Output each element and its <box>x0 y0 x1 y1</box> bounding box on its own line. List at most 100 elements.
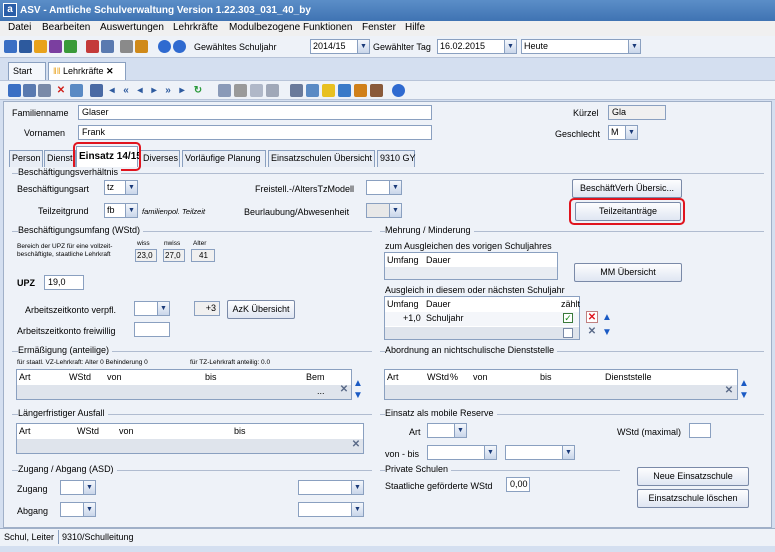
tab-diverses[interactable]: Diverses <box>140 150 180 167</box>
menu-hilfe[interactable]: Hilfe <box>405 22 425 33</box>
help-icon[interactable] <box>173 40 186 53</box>
zugang-date-select[interactable]: ▼ <box>298 480 364 495</box>
classes-icon[interactable] <box>64 40 77 53</box>
menu-bearbeiten[interactable]: Bearbeiten <box>42 22 90 33</box>
menu-modulbezogene[interactable]: Modulbezogene Funktionen <box>229 22 352 33</box>
schuljahr-select[interactable]: 2014/15 ▼ <box>310 39 370 54</box>
menu-lehrkraefte[interactable]: Lehrkräfte <box>173 22 218 33</box>
menu-datei[interactable]: Datei <box>8 22 31 33</box>
chevron-down-icon[interactable]: ▼ <box>83 503 95 516</box>
tab-9310-gy[interactable]: 9310 GY <box>377 150 416 167</box>
chevron-down-icon[interactable]: ▼ <box>83 481 95 494</box>
heute-select[interactable]: Heute ▼ <box>521 39 641 54</box>
bulb-icon[interactable] <box>322 84 335 97</box>
zugang-select[interactable]: ▼ <box>60 480 96 495</box>
tab-start[interactable]: Start ✕ <box>8 62 46 92</box>
einsatzschule-loeschen-button[interactable]: Einsatzschule löschen <box>637 489 749 508</box>
chevron-down-icon[interactable]: ▼ <box>351 503 363 516</box>
move-up-icon[interactable]: ▲ <box>352 378 364 390</box>
chevron-down-icon[interactable]: ▼ <box>454 424 466 437</box>
menu-fenster[interactable]: Fenster <box>362 22 396 33</box>
tag-input[interactable]: 16.02.2015 ▼ <box>437 39 517 54</box>
delete-row-icon[interactable]: ✕ <box>338 384 350 396</box>
abgang-date-select[interactable]: ▼ <box>298 502 364 517</box>
table-row[interactable]: +1,0 Schuljahr ✓ <box>385 312 579 326</box>
previous-record-icon[interactable]: ◂ <box>134 85 146 97</box>
new-record-icon[interactable] <box>8 84 21 97</box>
next-record-icon[interactable]: ▸ <box>148 85 160 97</box>
tab-vorlaeufige-planung[interactable]: Vorläufige Planung <box>182 150 266 167</box>
chevron-down-icon[interactable]: ▼ <box>628 40 640 53</box>
copy-icon[interactable] <box>120 40 133 53</box>
person-card-icon[interactable] <box>370 84 383 97</box>
zaehlt-checkbox[interactable]: ✓ <box>563 313 573 323</box>
preview-icon[interactable] <box>306 84 319 97</box>
freistell-select[interactable]: ▼ <box>366 180 402 195</box>
delete-icon[interactable]: ✕ <box>55 85 67 97</box>
last-record-icon[interactable]: ▸ <box>176 85 188 97</box>
back-arrow-icon[interactable] <box>218 84 231 97</box>
azk-select[interactable]: ▼ <box>134 301 170 316</box>
geschlecht-select[interactable]: M ▼ <box>608 125 638 140</box>
paste-icon[interactable] <box>266 84 279 97</box>
move-down-icon[interactable]: ▼ <box>601 327 613 339</box>
kuerzel-field[interactable]: Gla <box>608 105 666 120</box>
close-icon[interactable]: ✕ <box>106 66 114 76</box>
table-row[interactable]: ... <box>17 385 351 399</box>
reserve-art-select[interactable]: ▼ <box>427 423 467 438</box>
filter-icon[interactable] <box>90 84 103 97</box>
mm-uebersicht-button[interactable]: MM Übersicht <box>574 263 682 282</box>
fast-back-icon[interactable]: « <box>120 85 132 97</box>
tab-person[interactable]: Person <box>9 150 43 167</box>
chevron-down-icon[interactable]: ▼ <box>389 181 401 194</box>
chevron-down-icon[interactable]: ▼ <box>625 126 637 139</box>
upz-field[interactable]: 19,0 <box>44 275 84 290</box>
reserve-bis-select[interactable]: ▼ <box>505 445 575 460</box>
save-layout-icon[interactable] <box>101 40 114 53</box>
globe-icon[interactable] <box>338 84 351 97</box>
print-icon[interactable] <box>290 84 303 97</box>
students-icon[interactable] <box>49 40 62 53</box>
delete-row-icon[interactable]: ✕ <box>723 385 735 397</box>
folder-icon[interactable] <box>135 40 148 53</box>
delete-row-icon[interactable]: ✕ <box>350 439 362 451</box>
menu-auswertungen[interactable]: Auswertungen <box>100 22 164 33</box>
chevron-down-icon[interactable]: ▼ <box>157 302 169 315</box>
neue-einsatzschule-button[interactable]: Neue Einsatzschule <box>637 467 749 486</box>
teilzeitgrund-select[interactable]: fb ▼ <box>104 203 138 218</box>
beurlaubung-select[interactable]: ▼ <box>366 203 402 218</box>
table-row[interactable] <box>385 385 737 399</box>
beschaeftigungsart-select[interactable]: tz ▼ <box>104 180 138 195</box>
chevron-down-icon[interactable]: ▼ <box>125 204 137 217</box>
move-down-icon[interactable]: ▼ <box>738 390 750 402</box>
table-row[interactable] <box>385 327 579 339</box>
chevron-down-icon[interactable]: ▼ <box>562 446 574 459</box>
copy-record-icon[interactable] <box>250 84 263 97</box>
chevron-down-icon[interactable]: ▼ <box>351 481 363 494</box>
book-icon[interactable] <box>86 40 99 53</box>
delete-row-icon[interactable]: ✕ <box>586 326 598 338</box>
private-wstd-field[interactable]: 0,00 <box>506 477 530 492</box>
abgang-select[interactable]: ▼ <box>60 502 96 517</box>
azk-freiwillig-field[interactable] <box>134 322 170 337</box>
beschaeftverh-uebersicht-button[interactable]: BeschäftVerh Übersic... <box>572 179 682 198</box>
settings-icon[interactable] <box>354 84 367 97</box>
info-icon[interactable] <box>392 84 405 97</box>
chevron-down-icon[interactable]: ▼ <box>357 40 369 53</box>
tab-einsatzschulen[interactable]: Einsatzschulen Übersicht <box>268 150 375 167</box>
undo-icon[interactable] <box>38 84 51 97</box>
reserve-wstd-field[interactable] <box>689 423 711 438</box>
move-up-icon[interactable]: ▲ <box>601 312 613 324</box>
list-icon[interactable] <box>70 84 83 97</box>
fast-forward-icon[interactable]: » <box>162 85 174 97</box>
info-icon[interactable] <box>158 40 171 53</box>
ellipsis-button[interactable]: ... <box>317 386 325 396</box>
network-icon[interactable] <box>4 40 17 53</box>
reserve-von-select[interactable]: ▼ <box>427 445 497 460</box>
refresh-icon[interactable]: ↻ <box>192 85 204 97</box>
teachers-icon[interactable] <box>34 40 47 53</box>
grid-icon[interactable] <box>19 40 32 53</box>
azk-uebersicht-button[interactable]: AzK Übersicht <box>227 300 295 319</box>
chevron-down-icon[interactable]: ▼ <box>125 181 137 194</box>
chevron-down-icon[interactable]: ▼ <box>484 446 496 459</box>
